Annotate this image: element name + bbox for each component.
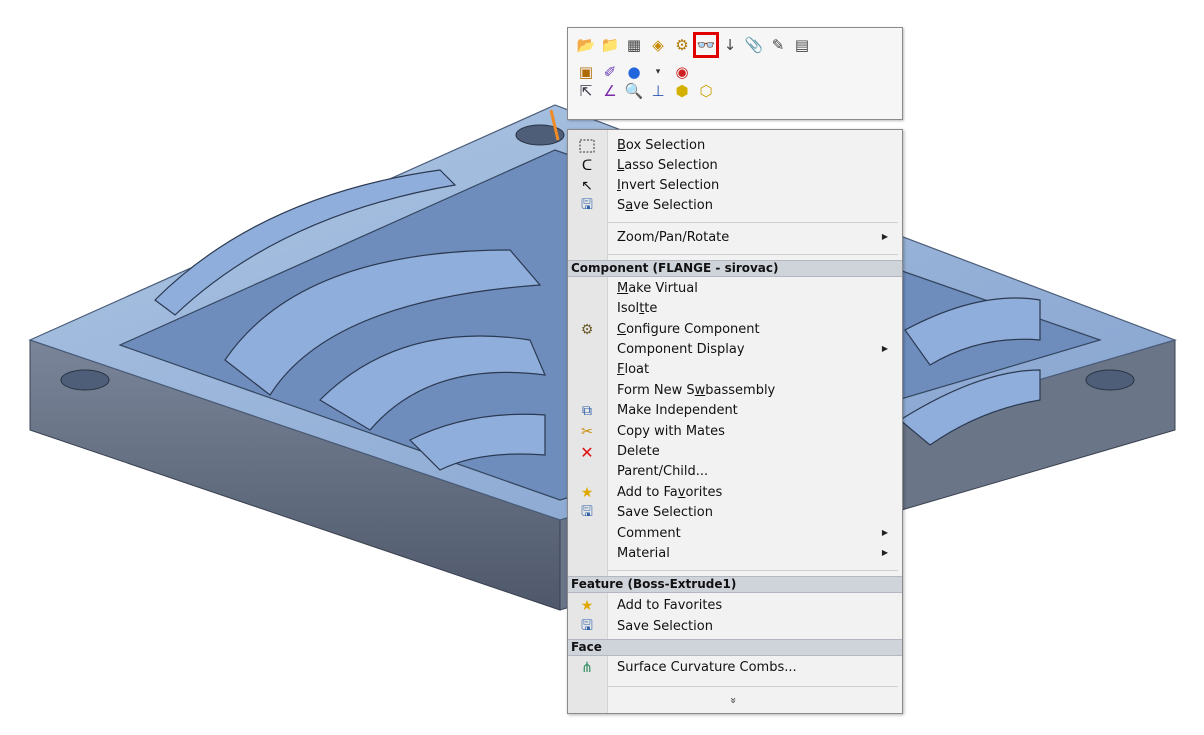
hide-show-icon[interactable]: 👓 [693, 32, 719, 58]
bolt-hole-right [1085, 369, 1135, 391]
context-menu: Box Selection ᑕ Lasso Selection ↖ Invert… [567, 129, 903, 714]
bolt-hole-left [60, 369, 110, 391]
menu-label: Copy with Mates [617, 424, 725, 439]
menu-item-form-new-subassembly[interactable]: Form New Swbassembly [568, 381, 902, 401]
document-properties-icon[interactable]: ▤ [792, 35, 812, 55]
sketch-icon[interactable]: ✐ [600, 62, 620, 82]
context-toolbar: 📂 📁 ▦ ◈ ⚙ 👓 ↓ 📎 ✎ ▤ ▣ ✐ ● ▾ ◉ ⇱ ∠ 🔍 ⊥ ⬢ … [567, 27, 903, 120]
select-icon[interactable]: ⇱ [576, 81, 596, 101]
menu-item-save-selection[interactable]: 🖫 Save Selection [568, 196, 902, 216]
submenu-arrow-icon: ▶ [881, 232, 888, 241]
section-header-feature: Feature (Boss-Extrude1) [568, 576, 902, 593]
toolbar-row-3: ⇱ ∠ 🔍 ⊥ ⬢ ⬡ [576, 81, 716, 101]
lasso-icon: ᑕ [581, 158, 593, 174]
menu-item-box-selection[interactable]: Box Selection [568, 136, 902, 156]
toolbar-row-2: ▣ ✐ ● ▾ ◉ [576, 62, 692, 82]
menu-item-make-virtual[interactable]: Make Virtual [568, 279, 902, 299]
appearance-icon[interactable]: ● [624, 62, 644, 82]
submenu-arrow-icon: ▶ [881, 344, 888, 353]
sort-icon[interactable]: ↓ [720, 35, 740, 55]
menu-item-float[interactable]: Float [568, 360, 902, 380]
save-selection-icon: 🖫 [581, 618, 593, 634]
paperclip-icon[interactable]: 📎 [744, 35, 764, 55]
copy-with-mates-icon: ✂ [581, 424, 593, 440]
menu-label: ox Selection [625, 138, 706, 153]
separator [608, 254, 898, 255]
face-alt-icon[interactable]: ⬡ [696, 81, 716, 101]
menu-label: Make Independent [617, 403, 738, 418]
open-icon[interactable]: 📂 [576, 35, 596, 55]
menu-item-delete[interactable]: ✕ Delete [568, 442, 902, 462]
color-chevron-icon[interactable]: ▾ [648, 62, 668, 82]
favorites-icon: ★ [580, 598, 594, 614]
menu-label: Save Selection [617, 505, 713, 520]
delete-icon: ✕ [580, 442, 594, 462]
invert-selection-icon: ↖ [581, 178, 593, 194]
normal-to-icon[interactable]: ⊥ [648, 81, 668, 101]
menu-item-invert-selection[interactable]: ↖ Invert Selection [568, 176, 902, 196]
edit-part-icon[interactable]: ▣ [576, 62, 596, 82]
menu-item-lasso-selection[interactable]: ᑕ Lasso Selection [568, 156, 902, 176]
save-selection-icon: 🖫 [581, 197, 593, 213]
separator [608, 222, 898, 223]
box-selection-icon [578, 137, 596, 155]
separator [608, 570, 898, 571]
menu-label: Parent/Child... [617, 464, 709, 479]
expand-menu-chevron-icon[interactable]: » [727, 697, 740, 704]
separator [608, 686, 898, 687]
menu-label: Material [617, 546, 670, 561]
menu-item-comment[interactable]: Comment ▶ [568, 524, 902, 544]
properties-icon[interactable]: ▦ [624, 35, 644, 55]
section-header-face: Face [568, 639, 902, 656]
sketch-line-icon[interactable]: ∠ [600, 81, 620, 101]
menu-label: asso Selection [624, 158, 718, 173]
favorites-icon: ★ [580, 485, 594, 501]
menu-label: Delete [617, 444, 660, 459]
menu-item-parent-child[interactable]: Parent/Child... [568, 462, 902, 482]
menu-item-component-display[interactable]: Component Display ▶ [568, 340, 902, 360]
toolbar-row-1: 📂 📁 ▦ ◈ ⚙ 👓 ↓ 📎 ✎ ▤ [576, 32, 812, 58]
box-component-icon[interactable]: ◈ [648, 35, 668, 55]
menu-item-save-selection-feature[interactable]: 🖫 Save Selection [568, 617, 902, 637]
curvature-combs-icon: ⋔ [581, 660, 593, 676]
menu-item-add-to-favorites-feature[interactable]: ★ Add to Favorites [568, 596, 902, 616]
menu-item-zoom-pan-rotate[interactable]: Zoom/Pan/Rotate ▶ [568, 228, 902, 248]
menu-item-make-independent[interactable]: ⧉ Make Independent [568, 401, 902, 421]
menu-item-add-to-favorites[interactable]: ★ Add to Favorites [568, 483, 902, 503]
section-header-component: Component (FLANGE - sirovac) [568, 260, 902, 277]
menu-label: Comment [617, 526, 681, 541]
menu-label: nvert Selection [620, 178, 720, 193]
menu-item-material[interactable]: Material ▶ [568, 544, 902, 564]
menu-label: Surface Curvature Combs... [617, 660, 797, 675]
submenu-arrow-icon: ▶ [881, 548, 888, 557]
menu-item-copy-with-mates[interactable]: ✂ Copy with Mates [568, 422, 902, 442]
menu-label: Add to Favorites [617, 598, 723, 613]
configure-icon[interactable]: ✎ [768, 35, 788, 55]
open-folder-icon[interactable]: 📁 [600, 35, 620, 55]
assembly-icon[interactable]: ⚙ [672, 35, 692, 55]
menu-label: Component Display [617, 342, 745, 357]
menu-label: Save Selection [617, 619, 713, 634]
face-icon[interactable]: ⬢ [672, 81, 692, 101]
mates-icon[interactable]: ◉ [672, 62, 692, 82]
save-selection-icon: 🖫 [581, 504, 593, 520]
menu-item-isolate[interactable]: Isoltte [568, 299, 902, 319]
menu-item-save-selection-component[interactable]: 🖫 Save Selection [568, 503, 902, 523]
menu-label: Zoom/Pan/Rotate [617, 230, 730, 245]
zoom-to-selection-icon[interactable]: 🔍 [624, 81, 644, 101]
configure-component-icon: ⚙ [580, 322, 594, 338]
menu-item-configure-component[interactable]: ⚙ Configure Component [568, 320, 902, 340]
menu-item-surface-curvature-combs[interactable]: ⋔ Surface Curvature Combs... [568, 658, 902, 678]
submenu-arrow-icon: ▶ [881, 528, 888, 537]
make-independent-icon: ⧉ [582, 403, 592, 419]
